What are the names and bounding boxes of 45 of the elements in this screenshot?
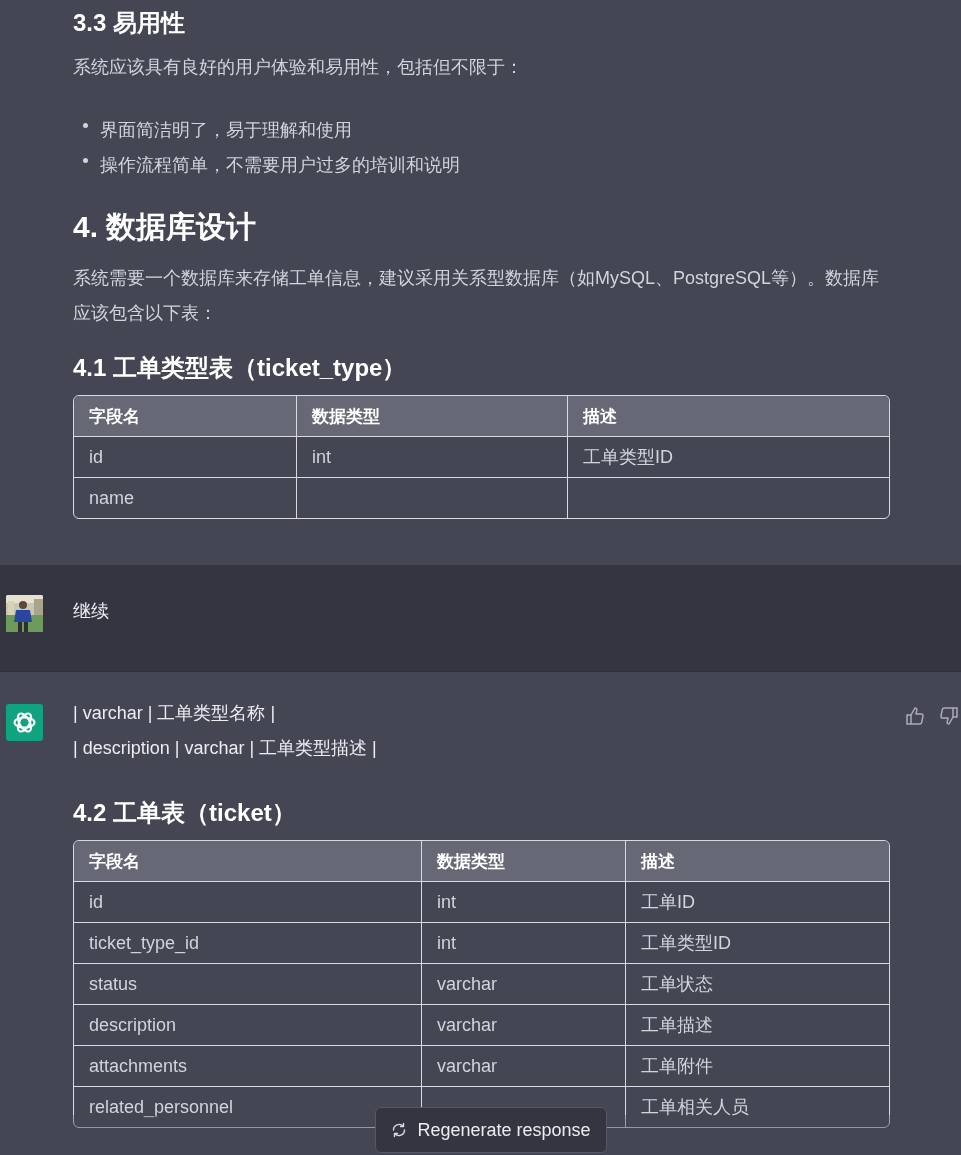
table-cell: int (437, 932, 456, 953)
table-cell: 工单描述 (641, 1015, 713, 1035)
text-line: | varchar | 工单类型名称 | (73, 702, 277, 725)
table-cell: varchar (437, 1014, 498, 1035)
text-line: | description | varchar | 工单类型描述 | (73, 737, 378, 760)
paragraph: 系统应该具有良好的用户体验和易用性，包括但不限于： (73, 56, 524, 79)
column-header: 数据类型 (422, 841, 626, 882)
thumbs-down-icon[interactable] (939, 706, 959, 726)
assistant-logo-icon (6, 704, 43, 741)
table-cell: name (89, 487, 135, 508)
table-cell: 工单类型ID (641, 933, 731, 953)
table-cell: id (89, 446, 103, 467)
regenerate-button[interactable]: Regenerate response (375, 1107, 607, 1153)
table-cell: 工单类型ID (583, 447, 673, 467)
table-cell: int (312, 446, 331, 467)
table-cell: 工单状态 (641, 974, 713, 994)
section-heading: 4.2 工单表（ticket） (73, 798, 297, 828)
bullet-icon (83, 158, 88, 163)
table-cell: ticket_type_id (89, 932, 200, 953)
thumbs-up-icon[interactable] (905, 706, 925, 726)
column-header: 字段名 (74, 841, 422, 882)
user-message: 继续 (73, 600, 110, 623)
table-cell: id (89, 891, 103, 912)
table-cell: 工单相关人员 (641, 1097, 749, 1117)
bullet-icon (83, 123, 88, 128)
table-cell: varchar (437, 973, 498, 994)
column-header: 数据类型 (297, 396, 568, 437)
column-header: 描述 (568, 396, 889, 437)
table-cell: attachments (89, 1055, 188, 1076)
list-item: 操作流程简单，不需要用户过多的培训和说明 (100, 154, 460, 177)
refresh-icon (391, 1122, 408, 1138)
section-heading: 4. 数据库设计 (73, 209, 258, 245)
section-heading: 3.3 易用性 (73, 8, 187, 38)
list-item: 界面简洁明了，易于理解和使用 (100, 119, 352, 142)
table-cell: 工单ID (641, 892, 695, 912)
table-cell: status (89, 973, 138, 994)
paragraph: 系统需要一个数据库来存储工单信息，建议采用关系型数据库（如MySQL、PostgreSQL等）。数据库应该包含以下表： (73, 267, 881, 325)
section-heading: 4.1 工单类型表（ticket_type） (73, 353, 408, 383)
table-cell: related_personnel (89, 1096, 234, 1117)
table-cell: int (437, 891, 456, 912)
table-cell: description (89, 1014, 177, 1035)
column-header: 描述 (626, 841, 889, 882)
table-cell: 工单附件 (641, 1056, 713, 1076)
table-cell: varchar (437, 1055, 498, 1076)
column-header: 字段名 (74, 396, 297, 437)
